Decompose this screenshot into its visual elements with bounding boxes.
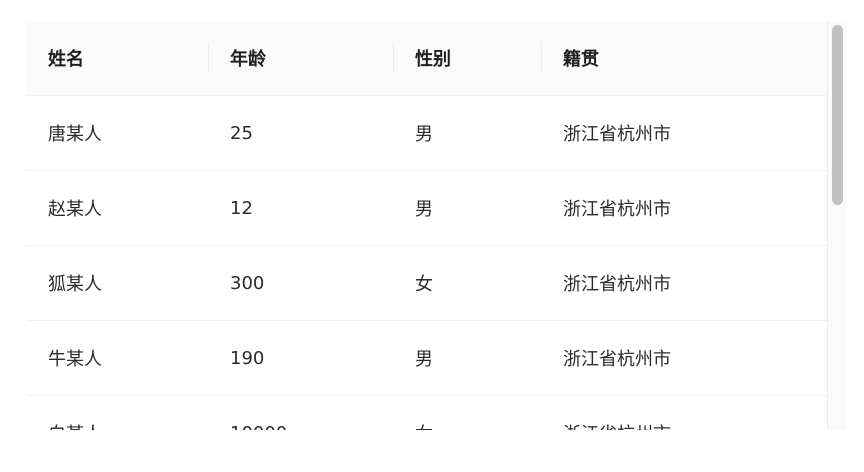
table-header: 姓名 年龄 性别 籍贯 (26, 21, 827, 96)
table-row[interactable]: 狐某人 300 女 浙江省杭州市 (26, 245, 827, 321)
cell-gender: 男 (393, 320, 541, 396)
cell-name: 狐某人 (26, 245, 208, 321)
cell-age: 10000 (208, 395, 393, 430)
table-row[interactable]: 牛某人 190 男 浙江省杭州市 (26, 320, 827, 396)
cell-hometown: 浙江省杭州市 (541, 170, 827, 246)
data-table-container: 姓名 年龄 性别 籍贯 唐某人 25 男 浙江省杭州市 赵某人 12 男 浙江省… (26, 21, 847, 430)
vertical-scrollbar[interactable] (827, 21, 847, 430)
cell-age: 300 (208, 245, 393, 321)
column-header-gender: 性别 (393, 21, 541, 96)
table-header-row: 姓名 年龄 性别 籍贯 (26, 21, 827, 96)
cell-name: 白某人 (26, 395, 208, 430)
cell-gender: 女 (393, 395, 541, 430)
cell-hometown: 浙江省杭州市 (541, 320, 827, 396)
table-row[interactable]: 赵某人 12 男 浙江省杭州市 (26, 170, 827, 246)
cell-gender: 男 (393, 170, 541, 246)
cell-name: 牛某人 (26, 320, 208, 396)
cell-age: 12 (208, 170, 393, 246)
table-row[interactable]: 白某人 10000 女 浙江省杭州市 (26, 395, 827, 430)
column-header-name: 姓名 (26, 21, 208, 96)
scrollbar-thumb[interactable] (832, 25, 843, 205)
table-body: 唐某人 25 男 浙江省杭州市 赵某人 12 男 浙江省杭州市 狐某人 300 … (26, 95, 827, 430)
cell-hometown: 浙江省杭州市 (541, 395, 827, 430)
cell-name: 唐某人 (26, 95, 208, 171)
table-row[interactable]: 唐某人 25 男 浙江省杭州市 (26, 95, 827, 171)
cell-age: 190 (208, 320, 393, 396)
data-table: 姓名 年龄 性别 籍贯 唐某人 25 男 浙江省杭州市 赵某人 12 男 浙江省… (26, 21, 827, 430)
cell-gender: 女 (393, 245, 541, 321)
cell-gender: 男 (393, 95, 541, 171)
cell-hometown: 浙江省杭州市 (541, 95, 827, 171)
column-header-hometown: 籍贯 (541, 21, 827, 96)
cell-age: 25 (208, 95, 393, 171)
column-header-age: 年龄 (208, 21, 393, 96)
cell-name: 赵某人 (26, 170, 208, 246)
cell-hometown: 浙江省杭州市 (541, 245, 827, 321)
